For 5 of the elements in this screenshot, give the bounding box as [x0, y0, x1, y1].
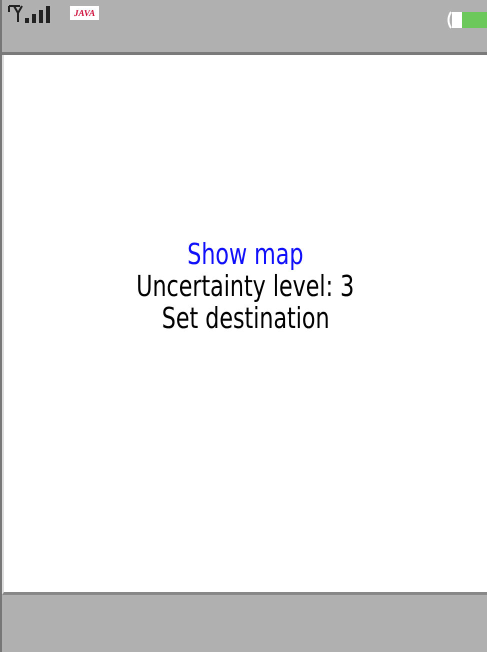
menu-item[interactable]: Show map — [187, 238, 304, 270]
java-badge: JAVA — [70, 6, 100, 20]
battery-icon — [445, 10, 487, 30]
menu-item[interactable]: Set destination — [162, 302, 330, 334]
menu-item[interactable]: Uncertainty level: 3 — [136, 270, 354, 302]
